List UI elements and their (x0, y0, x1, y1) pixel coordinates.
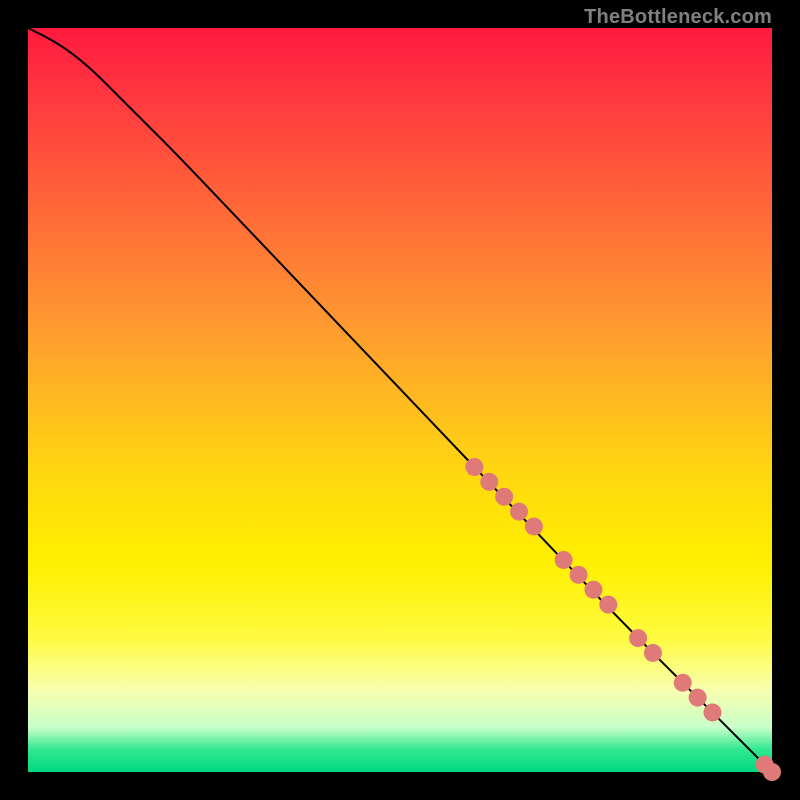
chart-dot (555, 551, 573, 569)
chart-dot (599, 596, 617, 614)
chart-dot (465, 458, 483, 476)
chart-dot (629, 629, 647, 647)
chart-dot (674, 674, 692, 692)
chart-dot (510, 503, 528, 521)
chart-overlay (28, 28, 772, 772)
chart-dot (644, 644, 662, 662)
chart-dot (525, 517, 543, 535)
chart-dot (495, 488, 513, 506)
chart-dot (763, 763, 781, 781)
chart-dot (689, 689, 707, 707)
chart-dot (703, 703, 721, 721)
chart-dot (584, 581, 602, 599)
chart-stage: TheBottleneck.com (0, 0, 800, 800)
chart-dot (480, 473, 498, 491)
chart-dot (570, 566, 588, 584)
chart-curve (28, 28, 772, 772)
watermark-label: TheBottleneck.com (584, 6, 772, 29)
